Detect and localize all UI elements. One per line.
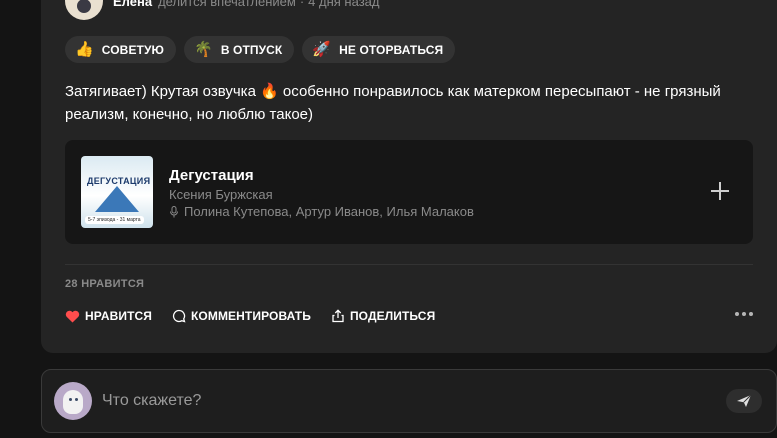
book-card[interactable]: ДЕГУСТАЦИЯ 5-7 эпизода - 31 марта Дегуст… [65, 140, 753, 244]
narrators-text: Полина Кутепова, Артур Иванов, Илья Мала… [184, 204, 474, 219]
tag-unputdownable[interactable]: 🚀 НЕ ОТОРВАТЬСЯ [302, 36, 456, 63]
cover-illustration [95, 186, 139, 212]
book-title[interactable]: Дегустация [169, 167, 254, 184]
microphone-icon [170, 205, 178, 217]
likes-count[interactable]: 28 НРАВИТСЯ [65, 278, 144, 290]
send-button[interactable] [726, 389, 762, 413]
like-label: НРАВИТСЯ [85, 309, 152, 323]
more-options-button[interactable] [735, 312, 753, 316]
post-actions: НРАВИТСЯ КОММЕНТИРОВАТЬ ПОДЕЛИТЬСЯ [65, 309, 435, 323]
tag-vacation[interactable]: 🌴 В ОТПУСК [184, 36, 295, 63]
comment-icon [172, 309, 186, 323]
palm-tree-icon: 🌴 [194, 41, 213, 58]
tag-label: НЕ ОТОРВАТЬСЯ [339, 42, 444, 57]
like-button[interactable]: НРАВИТСЯ [65, 309, 152, 323]
separator-dot: · [299, 0, 305, 9]
book-narrators: Полина Кутепова, Артур Иванов, Илья Мала… [169, 204, 474, 219]
heart-icon [65, 310, 80, 322]
book-cover[interactable]: ДЕГУСТАЦИЯ 5-7 эпизода - 31 марта [81, 156, 153, 228]
comment-composer [41, 369, 777, 433]
share-button[interactable]: ПОДЕЛИТЬСЯ [331, 309, 435, 323]
thumbs-up-icon: 👍 [75, 41, 94, 58]
tag-recommend[interactable]: 👍 СОВЕТУЮ [65, 36, 177, 63]
more-dot [749, 312, 753, 316]
review-tags: 👍 СОВЕТУЮ 🌴 В ОТПУСК 🚀 НЕ ОТОРВАТЬСЯ [65, 36, 456, 63]
share-icon [332, 309, 344, 323]
send-icon [737, 394, 752, 407]
author-name[interactable]: Елена [113, 0, 152, 9]
share-label: ПОДЕЛИТЬСЯ [349, 309, 436, 323]
user-avatar[interactable] [54, 382, 92, 420]
rocket-icon: 🚀 [312, 41, 332, 58]
review-text: Затягивает) Крутая озвучка 🔥 особенно по… [65, 83, 721, 123]
post-time: 4 дня назад [308, 0, 380, 9]
cover-title: ДЕГУСТАЦИЯ [87, 176, 151, 186]
author-action: делится впечатлением [158, 0, 296, 9]
book-author[interactable]: Ксения Буржская [169, 187, 273, 202]
comment-button[interactable]: КОММЕНТИРОВАТЬ [172, 309, 311, 323]
comment-label: КОММЕНТИРОВАТЬ [191, 309, 311, 323]
post-author-row: Елена делится впечатлением · 4 дня назад [65, 0, 379, 20]
comment-input[interactable] [102, 388, 702, 414]
author-avatar[interactable] [65, 0, 103, 20]
tag-label: В ОТПУСК [220, 42, 283, 57]
tag-label: СОВЕТУЮ [101, 42, 165, 57]
cover-caption: 5-7 эпизода - 31 марта [85, 216, 144, 224]
divider [65, 264, 753, 265]
more-dot [735, 312, 739, 316]
add-to-shelf-button[interactable] [709, 180, 731, 202]
more-dot [742, 312, 746, 316]
